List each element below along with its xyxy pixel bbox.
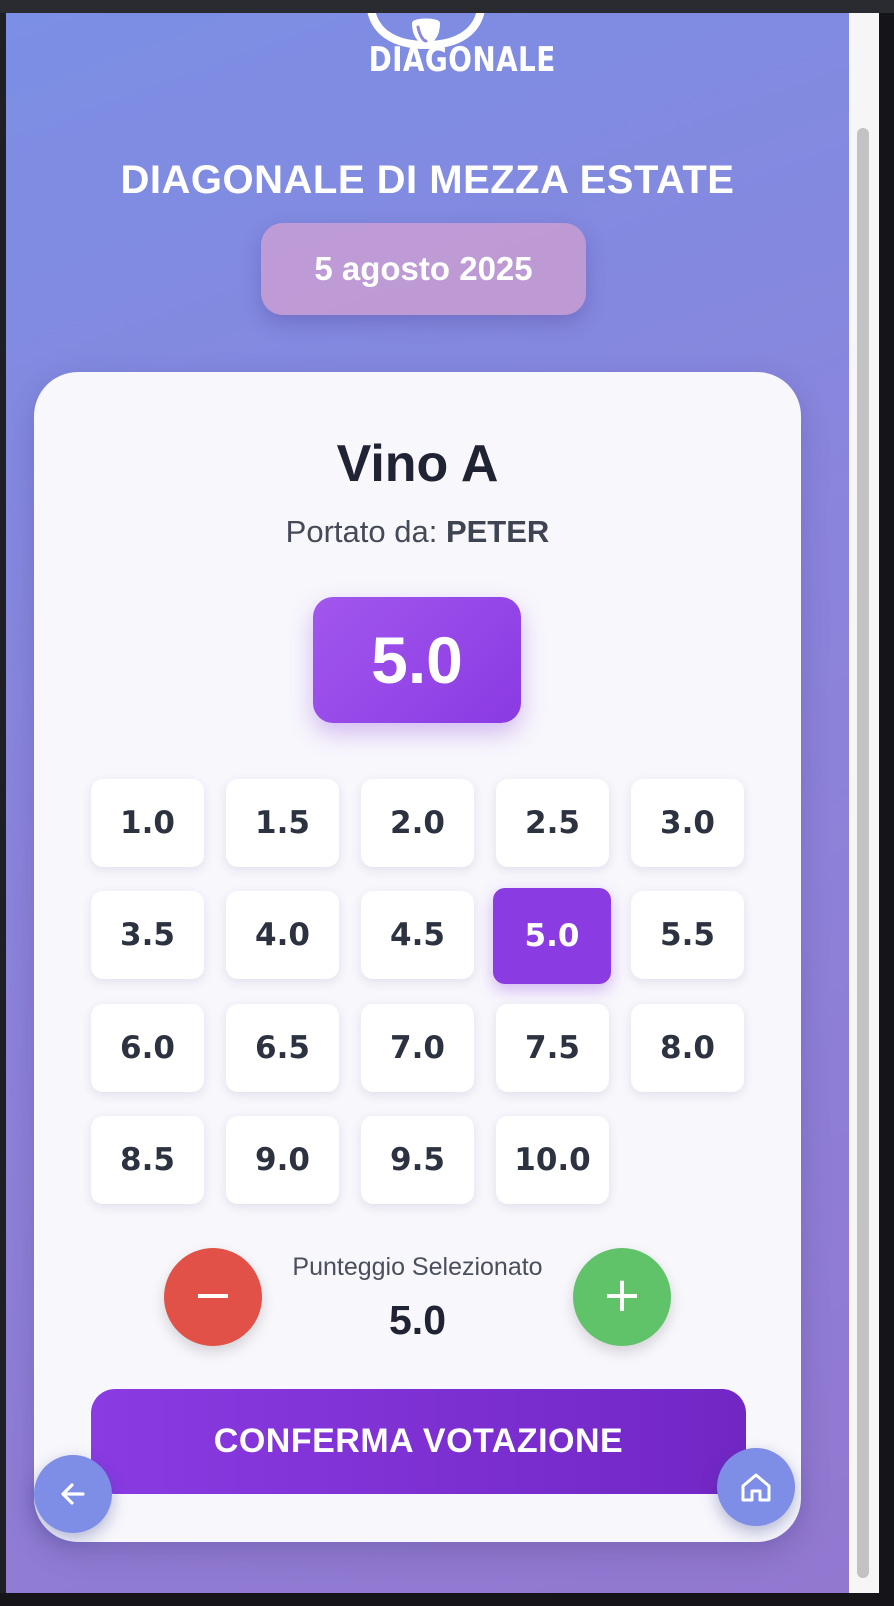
scrollbar-thumb[interactable] — [857, 128, 869, 1578]
vertical-scrollbar[interactable] — [849, 13, 879, 1593]
window-bottom-edge — [0, 1593, 894, 1606]
vote-card: Vino A Portato da: PETER 5.0 1.0 1.5 2.0… — [34, 372, 801, 1542]
app-logo: DIAGONALE — [356, 13, 556, 93]
back-button[interactable] — [34, 1455, 112, 1533]
logo-text: DIAGONALE — [368, 40, 556, 80]
score-option-button[interactable]: 10.0 — [496, 1116, 609, 1204]
brought-by-name: PETER — [445, 514, 550, 549]
app-viewport: DIAGONALE DIAGONALE DI MEZZA ESTATE 5 ag… — [6, 13, 849, 1593]
score-option-button[interactable]: 5.0 — [493, 888, 611, 984]
wine-name: Vino A — [336, 435, 499, 493]
home-icon — [741, 1473, 771, 1502]
score-option-button[interactable]: 7.5 — [496, 1004, 609, 1092]
score-option-button[interactable]: 1.0 — [91, 779, 204, 867]
score-option-button[interactable]: 8.5 — [91, 1116, 204, 1204]
selected-score-label: Punteggio Selezionato — [292, 1253, 543, 1281]
score-option-button[interactable]: 2.0 — [361, 779, 474, 867]
home-button[interactable] — [717, 1448, 795, 1526]
confirm-vote-button[interactable]: CONFERMA VOTAZIONE — [91, 1389, 746, 1494]
score-option-button[interactable]: 6.5 — [226, 1004, 339, 1092]
browser-top-bar — [0, 0, 894, 13]
window-edge — [879, 13, 894, 1606]
event-date-badge: 5 agosto 2025 — [261, 223, 586, 315]
score-option-button[interactable]: 4.5 — [361, 891, 474, 979]
score-option-button[interactable]: 7.0 — [361, 1004, 474, 1092]
increase-score-button[interactable]: + — [573, 1248, 671, 1346]
score-option-button[interactable]: 8.0 — [631, 1004, 744, 1092]
score-option-button[interactable]: 9.0 — [226, 1116, 339, 1204]
score-option-button[interactable]: 2.5 — [496, 779, 609, 867]
current-score-display: 5.0 — [313, 597, 521, 723]
score-option-button[interactable]: 5.5 — [631, 891, 744, 979]
selected-score-value: 5.0 — [389, 1297, 446, 1343]
brought-by: Portato da: PETER — [34, 514, 801, 550]
score-option-button[interactable]: 6.0 — [91, 1004, 204, 1092]
score-option-button[interactable]: 1.5 — [226, 779, 339, 867]
event-title: DIAGONALE DI MEZZA ESTATE — [120, 158, 735, 202]
score-option-button[interactable]: 3.5 — [91, 891, 204, 979]
arrow-left-icon — [61, 1483, 85, 1505]
score-option-button[interactable]: 9.5 — [361, 1116, 474, 1204]
score-option-button[interactable]: 4.0 — [226, 891, 339, 979]
brought-by-label: Portato da: — [285, 514, 438, 549]
score-option-button[interactable]: 3.0 — [631, 779, 744, 867]
